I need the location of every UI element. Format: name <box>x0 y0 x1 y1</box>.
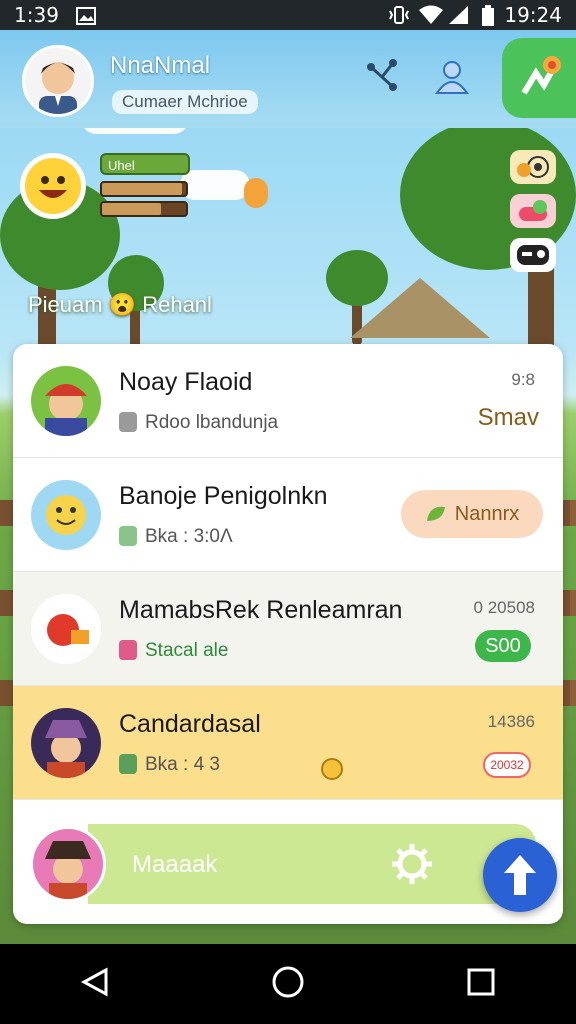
action-button-label: Nannrx <box>454 502 520 525</box>
list-item-title: Banoje Penigolnkn <box>119 482 328 510</box>
chart-icon <box>119 754 137 774</box>
home-icon[interactable] <box>271 965 305 1004</box>
scene-title: Pieuam 😮 Rehanl <box>28 292 212 317</box>
flower-icon <box>521 56 561 95</box>
gamepad-icon[interactable] <box>510 238 556 272</box>
battery-icon <box>480 5 496 32</box>
coin-icon <box>244 178 268 208</box>
list-item-title: Noay Flaoid <box>119 368 253 396</box>
friend-avatar <box>31 594 101 664</box>
leaf-icon <box>426 506 445 521</box>
list-item-subtitle: Stacal ale <box>145 640 229 661</box>
puzzle-icon <box>119 640 137 660</box>
smiley-icon <box>25 158 81 214</box>
list-item[interactable]: Candardasal Bka : 4 3 14386 20032 <box>13 686 563 800</box>
scroll-up-button[interactable] <box>483 838 557 912</box>
vibrate-icon <box>388 5 410 30</box>
flower-button[interactable] <box>502 38 576 118</box>
back-icon[interactable] <box>80 966 110 1003</box>
gear-icon[interactable] <box>390 842 436 893</box>
list-item[interactable]: Noay Flaoid Rdoo lbandunja 9:8 Smav <box>13 344 563 458</box>
status-bar: 1:39 19:24 <box>0 0 576 30</box>
action-button[interactable]: S00 <box>475 630 531 662</box>
list-item-subtitle: Rdoo lbandunja <box>145 412 279 433</box>
hud-bar-fill <box>102 183 182 195</box>
hud-bar <box>100 181 188 197</box>
status-clock: 19:24 <box>504 3 562 27</box>
action-button[interactable]: Smav <box>478 404 539 432</box>
list-item-subtitle: Bka : 3:0Λ <box>145 526 233 547</box>
hud-bar <box>100 201 188 217</box>
profile-icon[interactable] <box>430 54 474 98</box>
list-item[interactable]: Banoje Penigolnkn Bka : 3:0Λ Nannrx <box>13 458 563 572</box>
navigation-bar <box>0 944 576 1024</box>
action-button[interactable]: 20032 <box>483 752 531 778</box>
status-time: 1:39 <box>14 3 59 27</box>
gallery-icon <box>76 6 96 30</box>
list-item-count: 14386 <box>487 712 535 731</box>
user-name: NnaNmal <box>110 52 211 79</box>
mountain <box>350 278 490 338</box>
share-icon[interactable] <box>360 54 404 98</box>
player-avatar[interactable] <box>20 153 86 219</box>
list-item-subtitle: Bka : 4 3 <box>145 754 220 775</box>
gift-icon[interactable] <box>510 194 556 228</box>
recents-icon[interactable] <box>466 967 496 1002</box>
friend-avatar <box>31 708 101 778</box>
signal-icon <box>448 5 470 30</box>
app-screen: 1:39 19:24 NnaNmal Cumaer Mchrioe Uhel P… <box>0 0 576 1024</box>
image-icon <box>119 526 137 546</box>
hud-label: Uhel <box>100 153 190 175</box>
lock-icon <box>119 412 137 432</box>
cloud <box>180 170 250 200</box>
target-icon[interactable] <box>510 150 556 184</box>
coin-icon <box>321 758 343 780</box>
friend-avatar <box>31 366 101 436</box>
friend-avatar <box>30 826 106 902</box>
list-item-count: 0 20508 <box>473 598 535 617</box>
user-subtitle: Cumaer Mchrioe <box>112 90 258 114</box>
list-item[interactable]: MamabsRek Renleamran Stacal ale 0 20508 … <box>13 572 563 686</box>
user-avatar[interactable] <box>22 45 94 117</box>
list-item-title: Maaaak <box>132 851 218 878</box>
list-item-title: MamabsRek Renleamran <box>119 596 403 624</box>
friend-avatar <box>31 480 101 550</box>
list-item-time: 9:8 <box>511 370 535 389</box>
action-button[interactable]: Nannrx <box>401 490 543 538</box>
hud-bar-fill <box>102 203 161 215</box>
list-item-title: Candardasal <box>119 710 261 738</box>
wifi-icon <box>418 5 444 30</box>
arrow-up-icon <box>504 855 536 895</box>
